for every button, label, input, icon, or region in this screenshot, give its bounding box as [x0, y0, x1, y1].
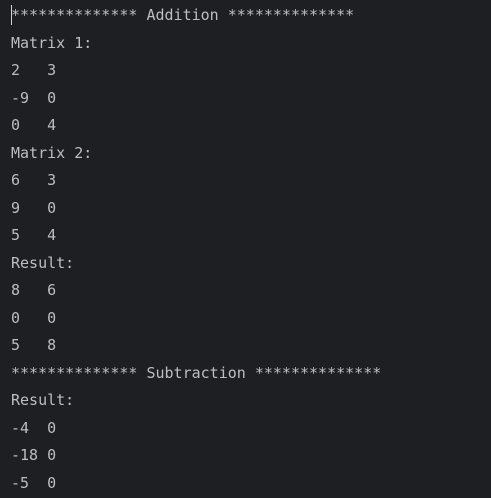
- console-line-sub-result-row3: -5 0: [11, 471, 491, 498]
- console-line-matrix1-row1: 2 3: [11, 58, 491, 86]
- console-line-matrix2-row3: 5 4: [11, 223, 491, 251]
- console-line-matrix2-row1: 6 3: [11, 168, 491, 196]
- console-output[interactable]: ************** Addition ************** M…: [0, 0, 491, 497]
- text-caret: [11, 5, 12, 25]
- console-line-matrix2-label: Matrix 2:: [11, 141, 491, 169]
- console-line-sub-result-row1: -4 0: [11, 416, 491, 444]
- console-line-matrix2-row2: 9 0: [11, 196, 491, 224]
- console-line-addition-header: ************** Addition **************: [11, 3, 491, 31]
- console-line-matrix1-row2: -9 0: [11, 86, 491, 114]
- console-line-result-label: Result:: [11, 251, 491, 279]
- console-line-subtraction-header: ************** Subtraction *************…: [11, 361, 491, 389]
- console-line-result-row3: 5 8: [11, 333, 491, 361]
- console-line-sub-result-row2: -18 0: [11, 443, 491, 471]
- console-line-result-row2: 0 0: [11, 306, 491, 334]
- console-line-sub-result-label: Result:: [11, 388, 491, 416]
- console-line-matrix1-label: Matrix 1:: [11, 31, 491, 59]
- console-line-matrix1-row3: 0 4: [11, 113, 491, 141]
- console-line-result-row1: 8 6: [11, 278, 491, 306]
